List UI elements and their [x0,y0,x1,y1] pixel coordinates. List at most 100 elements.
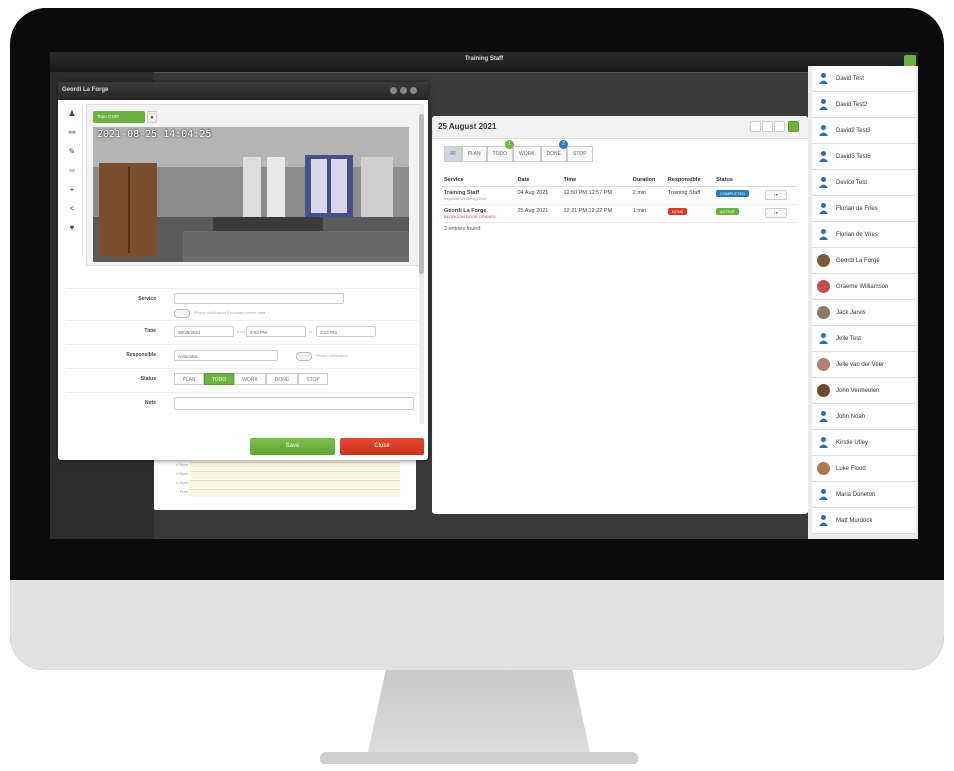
row-time: 12:21 PM 12:22 PM [561,204,631,223]
tab-plan[interactable]: PLAN [461,146,487,162]
row-duration: 2 min [630,186,666,205]
responsible-badge: NONE [667,208,688,215]
schedule-row [190,471,400,479]
user-icon [817,514,830,527]
user-icon [817,488,830,501]
person-name: David3 Test6 [836,153,871,160]
person-name: Florian de Fries [836,205,878,212]
phone-notification-toggle[interactable] [296,352,312,361]
pencil-icon[interactable]: ✎ [62,142,82,162]
room-scene [93,127,409,262]
day-panel-header: 25 August 2021 [432,116,808,139]
note-input[interactable] [174,397,414,410]
person-list-item[interactable]: Jack Jarvis [812,300,916,326]
status-work-button[interactable]: WORK [234,373,266,385]
heart-icon[interactable]: ♥ [62,218,82,238]
save-button[interactable]: Save [250,438,335,455]
tab-stop[interactable]: STOP [567,146,593,162]
person-list-item[interactable]: John Vermeulen [812,378,916,404]
person-list-item[interactable]: Florian de Vries [812,222,916,248]
user-icon [817,410,830,423]
from-time-input[interactable]: 3:03 PM [246,326,306,337]
person-name: Kirstie Utley [836,439,869,446]
top-bar: Training Staff [50,52,918,73]
status-done-button[interactable]: DONE [266,373,298,385]
person-list-item[interactable]: Geordi La Forge [812,248,916,274]
status-label: Status [140,376,156,382]
time-label: Time [144,328,156,334]
person-list-item[interactable]: Matt Murdock [812,508,916,534]
infinity-icon[interactable]: ∞ [62,161,82,181]
phone-notification-before-label: Phone notification 0 minutes before time [194,310,266,315]
schedule-panel: 4.0tpm 4.0tpm 4.0tpm Free [154,452,416,510]
chevron-down-icon[interactable]: ▾ [147,111,157,123]
person-list-item[interactable]: Jelle van der Veer [812,352,916,378]
status-plan-button[interactable]: PLAN [174,373,204,385]
person-list-item[interactable]: Graeme Williamson [812,274,916,300]
minimize-icon[interactable] [390,87,397,94]
avatar [817,462,830,475]
close-icon[interactable] [410,87,417,94]
schedule-row-label: 4.0tpm [175,462,188,467]
person-list-item[interactable]: Jelle Test [812,326,916,352]
phone-notification-toggle[interactable] [174,309,190,318]
person-list-item[interactable]: Device Test [812,170,916,196]
entries-count: 2 entries found [444,226,481,232]
close-button[interactable]: Close [340,438,424,455]
maximize-icon[interactable] [400,87,407,94]
person-list-item[interactable]: David2 Test3 [812,118,916,144]
share-icon[interactable]: < [62,199,82,219]
date-input[interactable]: 08/25/2021 [174,326,234,337]
person-list-item[interactable]: David3 Test6 [812,144,916,170]
status-todo-button[interactable]: TODO [204,373,234,385]
row-duration: 1 min [630,204,666,223]
status-badge: ACTIVE [716,208,739,215]
schedule-row-label: Free [179,489,188,494]
plus-icon[interactable]: + [62,180,82,200]
person-name: Florian de Vries [836,231,878,238]
task-dialog: Geordi La Forge ♟ ⚯ ✎ ∞ + < ♥ Tapo C100 … [58,82,428,460]
table-row[interactable]: Training Staff Physical Wellbeing Visit 0… [442,186,797,205]
tasks-table: Service Date Time Duration Responsible S… [442,174,797,235]
user-icon[interactable]: ♟ [62,104,82,124]
column-header: Service [442,174,516,187]
tab-work[interactable]: WORK [512,146,541,162]
monitor-stand [368,670,590,752]
person-list-item[interactable]: Florian de Fries [812,196,916,222]
person-name: John Noah [836,413,866,420]
person-list-item[interactable]: Kirstie Utley [812,430,916,456]
person-list-item[interactable]: Luke Flood [812,456,916,482]
dialog-scrollbar[interactable] [419,104,424,424]
person-list-item[interactable]: David Test2 [812,92,916,118]
row-time: 12:50 PM 12:57 PM [561,186,631,205]
to-time-input[interactable]: 3:13 PM [316,326,376,337]
prev-icon[interactable] [750,121,761,132]
person-list-item[interactable]: David Test [812,66,916,92]
schedule-row-label: 4.0tpm [175,480,188,485]
table-row[interactable]: Geordi La Forge BEDROOM DOOR OPENED 25 Au… [442,204,797,223]
link-icon[interactable]: ⚯ [62,123,82,143]
row-actions-button[interactable]: i ▾ [764,208,787,218]
tab-todo[interactable]: TODO 1 [486,140,514,162]
row-actions-button[interactable]: i ▾ [764,190,787,200]
responsible-label: Responsible [126,352,156,358]
tab-done[interactable]: DONE 2 [540,140,568,162]
add-button[interactable] [788,121,799,132]
person-name: David Test [836,75,864,82]
status-stop-button[interactable]: STOP [298,373,328,385]
service-label: Service [138,296,156,302]
person-list-item[interactable]: John Noah [812,404,916,430]
monitor-base [320,752,638,764]
calendar-icon[interactable] [774,121,785,132]
row-subtitle: Physical Wellbeing Visit [444,196,487,201]
camera-area: Tapo C100 ▾ 2021-08-25 14:04:25 [86,104,420,266]
next-icon[interactable] [762,121,773,132]
person-name: Geordi La Forge [836,257,880,264]
service-select[interactable] [174,293,344,304]
schedule-row [190,480,400,488]
responsible-select[interactable]: Automatic [174,350,278,361]
tab-all[interactable]: All [444,146,462,162]
camera-select[interactable]: Tapo C100 [93,111,145,123]
person-list-item[interactable]: Maria Doneton [812,482,916,508]
person-name: Device Test [836,179,867,186]
